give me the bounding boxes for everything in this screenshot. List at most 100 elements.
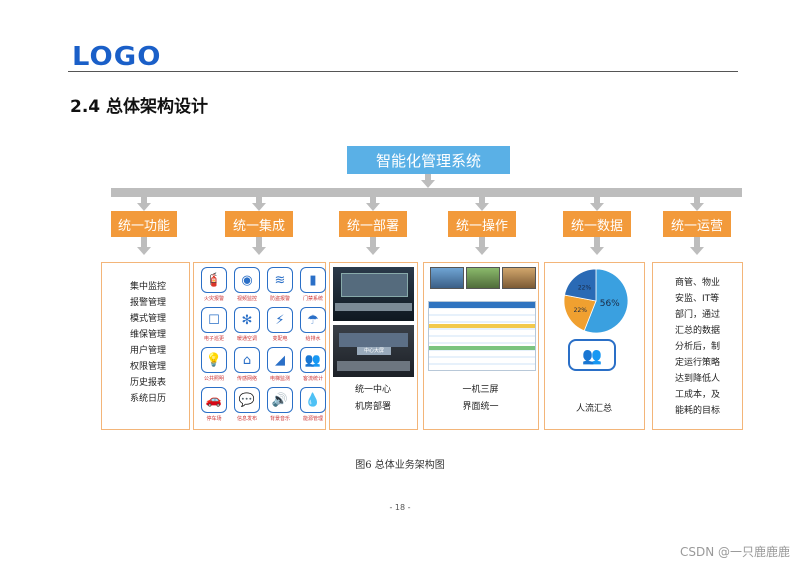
integration-item: 🚗 停车场 xyxy=(198,387,230,426)
water-icon: ☂ xyxy=(300,307,326,333)
panel-integration: 🧯 火灾报警 ◉ 视频监控 ≋ 防盗报警 ▮ 门禁系统 ☐ 电子巡更 ✻ 暖通空调 ⚡ 变配电 ☂ 给排水 💡 公… xyxy=(193,262,326,430)
category-operations: 统一运营 xyxy=(663,211,731,237)
chat-icon: 💬 xyxy=(234,387,260,413)
list-item: 定运行策略 xyxy=(675,358,721,368)
integration-item: ◉ 视频监控 xyxy=(231,267,263,306)
building-icon: ⌂ xyxy=(234,347,260,373)
list-item: 安监、IT等 xyxy=(675,294,720,304)
car-icon: 🚗 xyxy=(201,387,227,413)
list-item: 能耗的目标 xyxy=(675,406,721,416)
integration-item: 💧 能源管理 xyxy=(297,387,329,426)
operation-caption: 一机三屏 界面统一 xyxy=(424,382,537,416)
col3-stem2 xyxy=(370,237,376,247)
list-item: 集中监控 xyxy=(130,282,167,292)
integration-item: 💬 信息发布 xyxy=(231,387,263,426)
integration-item: ⌂ 传感网络 xyxy=(231,347,263,386)
panel-functions: 集中监控 报警管理 模式管理 维保管理 用户管理 权限管理 历史报表 系统日历 xyxy=(101,262,190,430)
caption-line: 机房部署 xyxy=(354,402,391,412)
elevator-icon: ◢ xyxy=(267,347,293,373)
energy-icon: 💧 xyxy=(300,387,326,413)
integration-item: ▮ 门禁系统 xyxy=(297,267,329,306)
list-item: 维保管理 xyxy=(130,330,167,340)
col5-arrow-top xyxy=(590,203,604,211)
integration-label: 公共照明 xyxy=(203,376,224,382)
pie-label: 22% xyxy=(574,307,588,314)
col6-arrow-bottom xyxy=(690,247,704,255)
col4-arrow-top xyxy=(475,203,489,211)
integration-item: 💡 公共照明 xyxy=(198,347,230,386)
category-operation: 统一操作 xyxy=(448,211,516,237)
integration-item: 👥 客流统计 xyxy=(297,347,329,386)
integration-label: 变配电 xyxy=(272,336,288,342)
caption-line: 界面统一 xyxy=(462,402,499,412)
integration-label: 背景音乐 xyxy=(269,416,290,422)
integration-label: 电子巡更 xyxy=(203,336,224,342)
col4-arrow-bottom xyxy=(475,247,489,255)
integration-item: ◢ 电梯监测 xyxy=(264,347,296,386)
integration-label: 给排水 xyxy=(305,336,321,342)
category-functions: 统一功能 xyxy=(111,211,177,237)
integration-label: 电梯监测 xyxy=(269,376,290,382)
panel-operation: 一机三屏 界面统一 xyxy=(423,262,539,430)
list-item: 系统日历 xyxy=(130,394,167,404)
integration-icon-grid: 🧯 火灾报警 ◉ 视频监控 ≋ 防盗报警 ▮ 门禁系统 ☐ 电子巡更 ✻ 暖通空调 ⚡ 变配电 ☂ 给排水 💡 公… xyxy=(198,267,329,426)
integration-label: 停车场 xyxy=(206,416,222,422)
col1-arrow-top xyxy=(137,203,151,211)
music-icon: 🔊 xyxy=(267,387,293,413)
col2-stem2 xyxy=(256,237,262,247)
integration-label: 客流统计 xyxy=(302,376,323,382)
col1-stem2 xyxy=(141,237,147,247)
col6-arrow-top xyxy=(690,203,704,211)
lighting-icon: 💡 xyxy=(201,347,227,373)
integration-item: ≋ 防盗报警 xyxy=(264,267,296,306)
power-icon: ⚡ xyxy=(267,307,293,333)
control-room-photo-1 xyxy=(333,267,414,321)
operations-text: 商管、物业 安监、IT等 部门，通过 汇总的数据 分析后，制 定运行策略 达到降… xyxy=(675,275,720,419)
integration-label: 防盗报警 xyxy=(269,296,290,302)
integration-item: ✻ 暖通空调 xyxy=(231,307,263,346)
integration-label: 暖通空调 xyxy=(236,336,257,342)
category-integration: 统一集成 xyxy=(225,211,293,237)
alarm-icon: ≋ xyxy=(267,267,293,293)
list-item: 报警管理 xyxy=(130,298,167,308)
integration-item: ☐ 电子巡更 xyxy=(198,307,230,346)
monitor-2 xyxy=(466,267,500,289)
list-item: 商管、物业 xyxy=(675,278,721,288)
section-heading: 2.4 总体架构设计 xyxy=(70,97,209,117)
list-item: 分析后，制 xyxy=(675,342,721,352)
integration-item: ☂ 给排水 xyxy=(297,307,329,346)
list-item: 权限管理 xyxy=(130,362,167,372)
panel-deployment: 中心大屏 统一中心 机房部署 xyxy=(329,262,418,430)
integration-item: 🔊 背景音乐 xyxy=(264,387,296,426)
integration-label: 视频监控 xyxy=(236,296,257,302)
integration-label: 火灾报警 xyxy=(203,296,224,302)
integration-label: 传感网络 xyxy=(236,376,257,382)
panel-data: 56% 22% 22% 👥 人流汇总 xyxy=(544,262,645,430)
col4-stem2 xyxy=(479,237,485,247)
list-item: 汇总的数据 xyxy=(675,326,721,336)
col3-arrow-bottom xyxy=(366,247,380,255)
figure-caption: 图6 总体业务架构图 xyxy=(355,460,445,471)
watermark: CSDN @一只鹿鹿鹿 xyxy=(679,545,790,559)
integration-item: ⚡ 变配电 xyxy=(264,307,296,346)
control-room-photo-2: 中心大屏 xyxy=(333,325,414,377)
people-icon: 👥 xyxy=(568,339,616,371)
caption-line: 统一中心 xyxy=(354,385,391,395)
list-item: 工成本，及 xyxy=(675,390,721,400)
col5-arrow-bottom xyxy=(590,247,604,255)
category-data: 统一数据 xyxy=(563,211,631,237)
integration-label: 门禁系统 xyxy=(302,296,323,302)
function-list: 集中监控 报警管理 模式管理 维保管理 用户管理 权限管理 历史报表 系统日历 xyxy=(130,279,166,407)
monitor-3 xyxy=(502,267,536,289)
pie-label: 22% xyxy=(578,285,592,292)
people-icon: 👥 xyxy=(300,347,326,373)
col2-arrow-bottom xyxy=(252,247,266,255)
list-item: 部门，通过 xyxy=(675,310,721,320)
list-item: 用户管理 xyxy=(130,346,167,356)
monitor-1 xyxy=(430,267,464,289)
col3-arrow-top xyxy=(366,203,380,211)
logo: LOGO xyxy=(72,42,162,72)
photo-tag: 中心大屏 xyxy=(357,347,391,355)
integration-item: 🧯 火灾报警 xyxy=(198,267,230,306)
panel-operations: 商管、物业 安监、IT等 部门，通过 汇总的数据 分析后，制 定运行策略 达到降… xyxy=(652,262,743,430)
